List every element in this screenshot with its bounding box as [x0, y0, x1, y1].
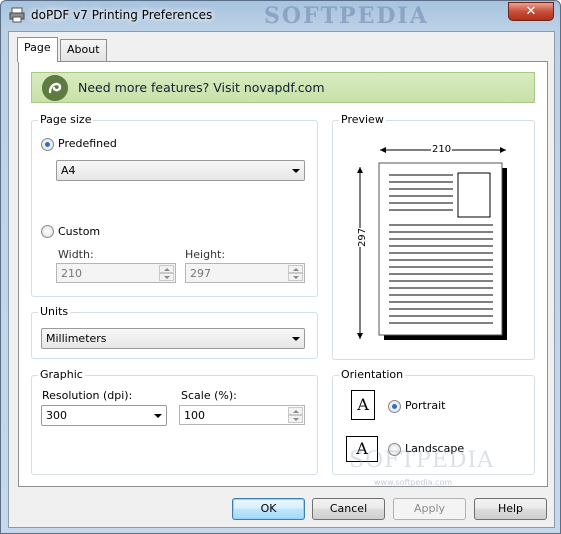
- scale-down-icon[interactable]: [288, 415, 303, 423]
- page-size-value: A4: [61, 164, 76, 177]
- width-spinner[interactable]: 210: [56, 263, 176, 283]
- width-up-icon[interactable]: [159, 265, 174, 273]
- scale-value: 100: [184, 409, 205, 422]
- close-button[interactable]: ✕: [508, 2, 554, 21]
- cancel-button[interactable]: Cancel: [312, 498, 385, 520]
- graphic-group: Graphic Resolution (dpi): Scale (%): 300…: [31, 368, 318, 475]
- units-value: Millimeters: [46, 332, 107, 345]
- predefined-label: Predefined: [58, 137, 117, 150]
- orientation-label: Orientation: [339, 368, 406, 381]
- portrait-radio[interactable]: [388, 400, 401, 413]
- units-group: Units Millimeters: [31, 305, 318, 359]
- height-spinner[interactable]: 297: [185, 263, 305, 283]
- preview-label: Preview: [339, 113, 386, 126]
- preview-width-dimension: 210: [431, 144, 453, 155]
- resolution-value: 300: [46, 409, 67, 422]
- chevron-down-icon: [292, 337, 300, 341]
- help-button[interactable]: Help: [474, 498, 547, 520]
- softpedia-watermark-center: SOFTPEDIA: [349, 448, 495, 473]
- height-label: Height:: [185, 248, 226, 261]
- scale-spinner[interactable]: 100: [179, 405, 305, 425]
- apply-button[interactable]: Apply: [393, 498, 466, 520]
- page-size-select[interactable]: A4: [56, 160, 305, 181]
- preview-height-dimension: 297: [357, 227, 368, 247]
- tab-about[interactable]: About: [60, 39, 107, 61]
- title-bar[interactable]: doPDF v7 Printing Preferences SOFTPEDIA …: [1, 1, 560, 31]
- dialog-window: doPDF v7 Printing Preferences SOFTPEDIA …: [0, 0, 561, 534]
- custom-radio[interactable]: [41, 225, 54, 238]
- page-size-label: Page size: [38, 113, 94, 126]
- custom-label: Custom: [58, 225, 101, 238]
- width-label: Width:: [58, 248, 94, 261]
- height-up-icon[interactable]: [288, 265, 303, 273]
- upgrade-banner[interactable]: Need more features? Visit novapdf.com: [31, 72, 535, 103]
- ok-button[interactable]: OK: [232, 498, 305, 520]
- tab-page[interactable]: Page: [17, 37, 58, 62]
- page-size-group: Page size Predefined A4 Custom Width: He…: [31, 113, 318, 297]
- banner-text: Need more features? Visit novapdf.com: [78, 80, 325, 95]
- chevron-down-icon: [154, 414, 162, 418]
- resolution-label: Resolution (dpi):: [42, 389, 133, 402]
- resolution-select[interactable]: 300: [41, 405, 167, 426]
- novapdf-logo-icon: [42, 75, 68, 101]
- chevron-down-icon: [292, 169, 300, 173]
- height-value: 297: [190, 267, 211, 280]
- preview-group: Preview 210 297: [332, 113, 535, 360]
- portrait-page-icon: A: [351, 390, 375, 420]
- width-down-icon[interactable]: [159, 273, 174, 281]
- graphic-label: Graphic: [38, 368, 85, 381]
- window-title: doPDF v7 Printing Preferences: [31, 8, 213, 22]
- softpedia-watermark: SOFTPEDIA: [264, 3, 429, 29]
- width-value: 210: [61, 267, 82, 280]
- printer-icon: [9, 7, 25, 23]
- page-preview: [357, 147, 507, 340]
- softpedia-watermark-url: www.softpedia.com: [374, 478, 453, 487]
- portrait-label: Portrait: [405, 399, 446, 412]
- tab-panel-page: Need more features? Visit novapdf.com Pa…: [18, 61, 548, 487]
- close-icon: ✕: [525, 4, 537, 19]
- scale-label: Scale (%):: [181, 389, 237, 402]
- predefined-radio[interactable]: [41, 138, 54, 151]
- dialog-client-area: Page About Need more features? Visit nov…: [8, 31, 555, 528]
- scale-up-icon[interactable]: [288, 407, 303, 415]
- height-down-icon[interactable]: [288, 273, 303, 281]
- units-label: Units: [38, 305, 71, 318]
- units-select[interactable]: Millimeters: [41, 328, 305, 349]
